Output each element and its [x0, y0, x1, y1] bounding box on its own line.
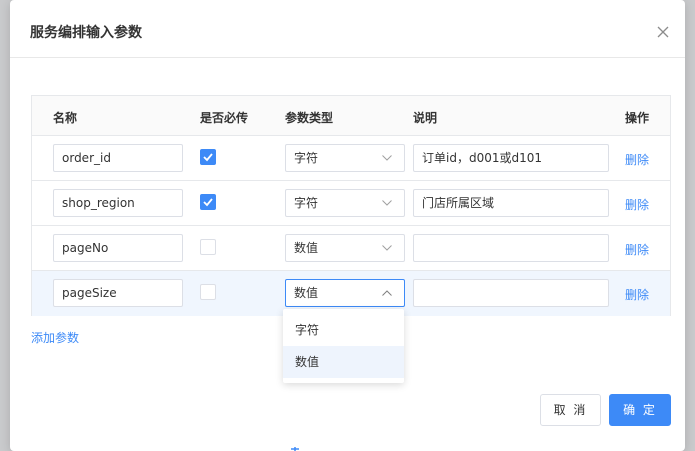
dialog: 服务编排输入参数 名称 是否必传 参数类型 说明 操作 order_id 字符 … — [10, 0, 685, 451]
required-checkbox[interactable] — [200, 149, 216, 165]
param-type-select[interactable]: 数值 — [285, 279, 405, 307]
param-desc-input[interactable]: 门店所属区域 — [413, 189, 609, 217]
chevron-down-icon — [382, 245, 392, 251]
chevron-up-icon — [382, 290, 392, 296]
required-checkbox[interactable] — [200, 194, 216, 210]
dialog-header: 服务编排输入参数 — [10, 0, 685, 58]
close-icon[interactable] — [657, 26, 669, 38]
header-required: 是否必传 — [200, 111, 249, 125]
param-name-input[interactable]: order_id — [53, 144, 183, 172]
delete-link[interactable]: 删除 — [625, 241, 649, 258]
chevron-down-icon — [382, 155, 392, 161]
dialog-title: 服务编排输入参数 — [30, 25, 142, 41]
param-desc-input[interactable] — [413, 279, 609, 307]
delete-link[interactable]: 删除 — [625, 286, 649, 303]
delete-link[interactable]: 删除 — [625, 196, 649, 213]
delete-link[interactable]: 删除 — [625, 151, 649, 168]
table-row: pageNo 数值 删除 — [32, 226, 670, 271]
dropdown-option[interactable]: 字符 — [283, 314, 404, 346]
param-type-value: 数值 — [294, 286, 319, 300]
type-dropdown-menu: 字符 数值 — [283, 309, 404, 383]
param-type-select[interactable]: 字符 — [285, 144, 405, 172]
param-type-select[interactable]: 数值 — [285, 234, 405, 262]
chevron-down-icon — [382, 200, 392, 206]
cancel-button[interactable]: 取 消 — [540, 394, 601, 426]
header-action: 操作 — [625, 111, 650, 125]
param-type-value: 字符 — [294, 196, 319, 210]
param-desc-input[interactable] — [413, 234, 609, 262]
table-row: shop_region 字符 门店所属区域 删除 — [32, 181, 670, 226]
param-name-input[interactable]: pageSize — [53, 279, 183, 307]
param-desc-input[interactable]: 订单id，d001或d101 — [413, 144, 609, 172]
table-row: order_id 字符 订单id，d001或d101 删除 — [32, 136, 670, 181]
params-table: 名称 是否必传 参数类型 说明 操作 order_id 字符 订单id，d001… — [31, 95, 671, 316]
add-param-link[interactable]: 添加参数 — [31, 329, 79, 346]
param-name-input[interactable]: pageNo — [53, 234, 183, 262]
ok-button[interactable]: 确 定 — [609, 394, 671, 426]
table-header: 名称 是否必传 参数类型 说明 操作 — [32, 96, 670, 136]
header-name: 名称 — [53, 111, 78, 125]
header-type: 参数类型 — [285, 111, 334, 125]
param-type-value: 数值 — [294, 241, 319, 255]
required-checkbox[interactable] — [200, 239, 216, 255]
param-name-input[interactable]: shop_region — [53, 189, 183, 217]
plus-icon — [291, 447, 299, 451]
param-type-value: 字符 — [294, 151, 319, 165]
dropdown-option-selected[interactable]: 数值 — [283, 346, 404, 378]
header-desc: 说明 — [413, 111, 438, 125]
param-type-select[interactable]: 字符 — [285, 189, 405, 217]
required-checkbox[interactable] — [200, 284, 216, 300]
